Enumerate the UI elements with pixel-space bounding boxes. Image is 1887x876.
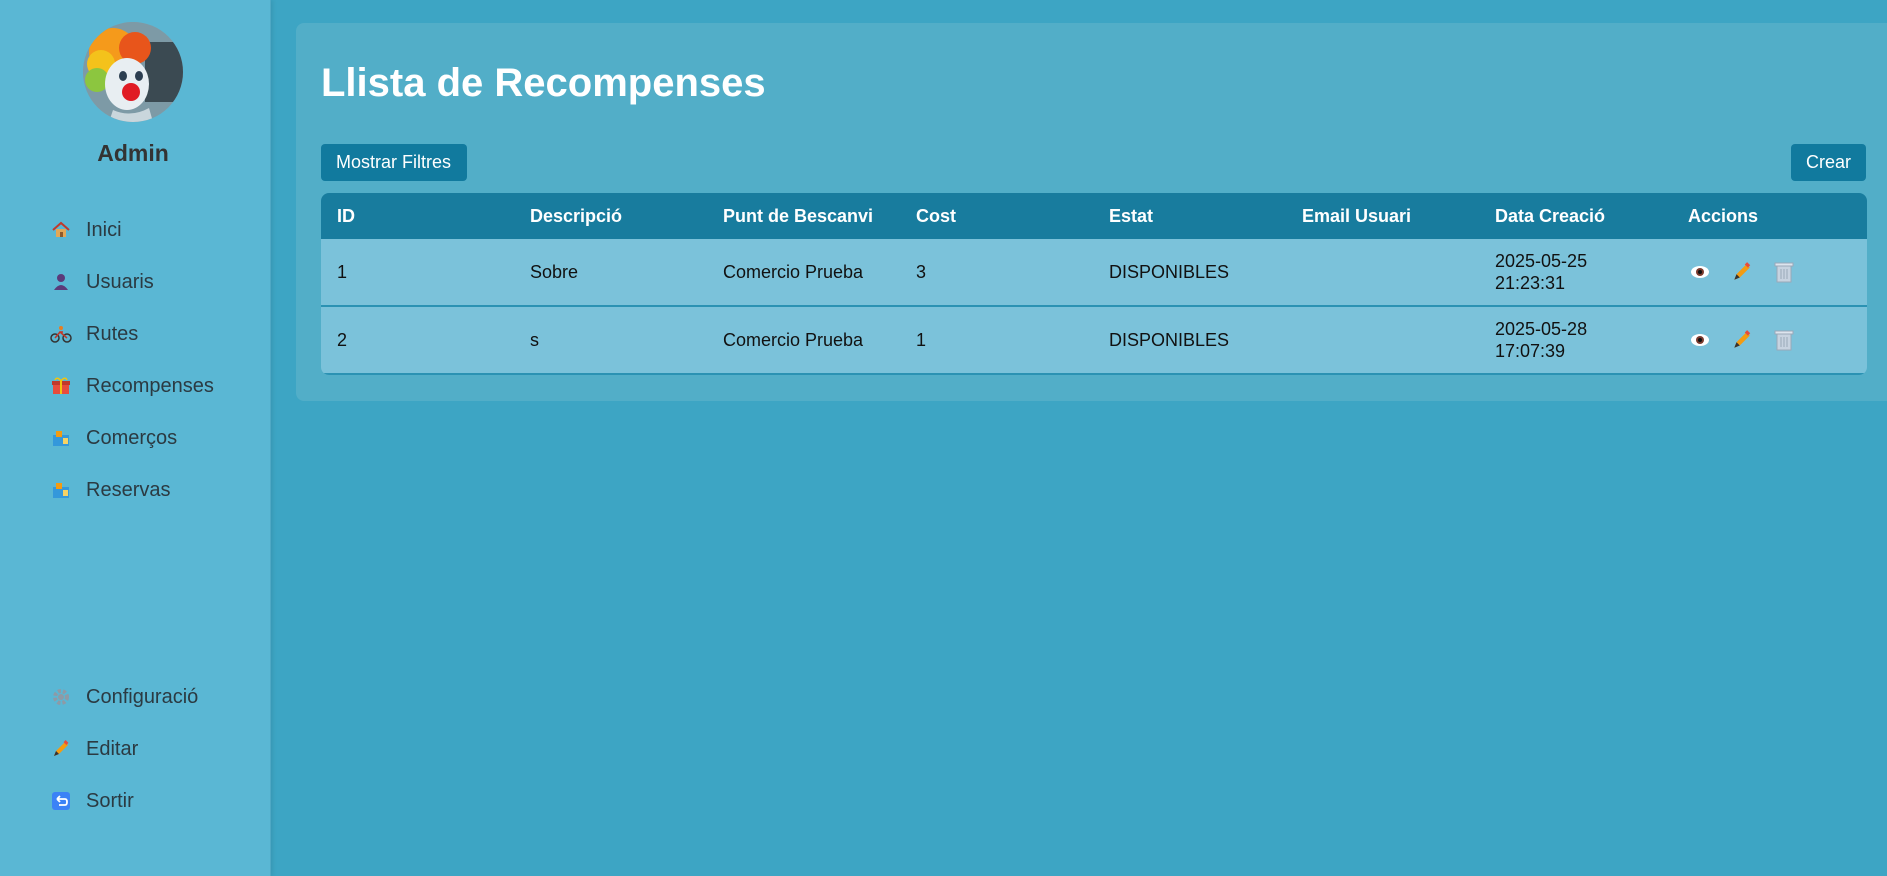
cell-id: 1 (337, 262, 348, 282)
column-header-actions: Accions (1688, 205, 1759, 226)
sidebar-item-label: Configuració (86, 685, 199, 708)
gear-icon (50, 686, 72, 708)
cell-id: 2 (337, 330, 348, 350)
shop-icon (50, 479, 72, 501)
cell-created-date: 2025-05-28 17:07:39 (1479, 318, 1672, 362)
table-header: ID Descripció Punt de Bescanvi Cost Esta… (321, 193, 1867, 239)
rewards-table: ID Descripció Punt de Bescanvi Cost Esta… (321, 193, 1867, 375)
column-header-description: Descripció (530, 205, 623, 226)
avatar[interactable] (83, 22, 183, 122)
page-title: Llista de Recompenses (321, 61, 766, 105)
sidebar-item-label: Inici (86, 218, 122, 241)
sidebar-item-recompenses[interactable]: Recompenses (50, 371, 214, 401)
view-icon[interactable] (1688, 260, 1712, 284)
sidebar-item-editar[interactable]: Editar (50, 734, 138, 764)
cell-description: s (530, 330, 539, 350)
cell-description: Sobre (530, 262, 579, 282)
sidebar-item-label: Recompenses (86, 374, 214, 397)
created-date: 2025-05-25 (1495, 251, 1588, 271)
sidebar-item-configuracio[interactable]: Configuració (50, 682, 198, 712)
column-header-created-date: Data Creació (1495, 205, 1606, 226)
return-icon (50, 790, 72, 812)
user-icon (50, 271, 72, 293)
created-time: 17:07:39 (1495, 341, 1566, 361)
sidebar-item-inici[interactable]: Inici (50, 215, 122, 245)
edit-icon[interactable] (1730, 260, 1754, 284)
sidebar-item-label: Reservas (86, 478, 171, 501)
sidebar-item-label: Sortir (86, 789, 134, 812)
cell-redeem-point: Comercio Prueba (723, 330, 864, 350)
created-date: 2025-05-28 (1495, 319, 1588, 339)
sidebar-item-comercos[interactable]: Comerços (50, 423, 177, 453)
bicycle-icon (50, 323, 72, 345)
column-header-cost: Cost (916, 205, 956, 226)
sidebar-item-label: Editar (86, 737, 139, 760)
sidebar-item-sortir[interactable]: Sortir (50, 786, 134, 816)
table-row: 2 s Comercio Prueba 1 DISPONIBLES 2025-0… (321, 307, 1867, 375)
sidebar: Admin Inici Usuaris Rutes Recompenses Co… (0, 0, 271, 876)
edit-icon[interactable] (1730, 328, 1754, 352)
cell-actions (1672, 328, 1865, 352)
column-header-redeem-point: Punt de Bescanvi (723, 205, 874, 226)
column-header-status: Estat (1109, 205, 1154, 226)
shop-icon (50, 427, 72, 449)
create-button[interactable]: Crear (1791, 144, 1866, 181)
sidebar-item-reservas[interactable]: Reservas (50, 475, 170, 505)
table-row: 1 Sobre Comercio Prueba 3 DISPONIBLES 20… (321, 239, 1867, 307)
sidebar-item-label: Comerços (86, 426, 178, 449)
view-icon[interactable] (1688, 328, 1712, 352)
cell-redeem-point: Comercio Prueba (723, 262, 864, 282)
main-panel: Llista de Recompenses Mostrar Filtres Cr… (296, 23, 1887, 401)
created-time: 21:23:31 (1495, 273, 1566, 293)
delete-icon[interactable] (1772, 328, 1796, 352)
cell-cost: 1 (916, 330, 927, 350)
cell-cost: 3 (916, 262, 927, 282)
show-filters-button[interactable]: Mostrar Filtres (321, 144, 467, 181)
pencil-icon (50, 738, 72, 760)
sidebar-item-label: Usuaris (86, 270, 154, 293)
sidebar-item-usuaris[interactable]: Usuaris (50, 267, 154, 297)
cell-status: DISPONIBLES (1109, 262, 1230, 282)
home-icon (50, 219, 72, 241)
column-header-user-email: Email Usuari (1302, 205, 1412, 226)
delete-icon[interactable] (1772, 260, 1796, 284)
cell-created-date: 2025-05-25 21:23:31 (1479, 250, 1672, 294)
sidebar-item-label: Rutes (86, 322, 139, 345)
username: Admin (97, 140, 169, 166)
column-header-id: ID (337, 205, 355, 226)
gift-icon (50, 375, 72, 397)
cell-status: DISPONIBLES (1109, 330, 1230, 350)
cell-actions (1672, 260, 1865, 284)
sidebar-item-rutes[interactable]: Rutes (50, 319, 138, 349)
